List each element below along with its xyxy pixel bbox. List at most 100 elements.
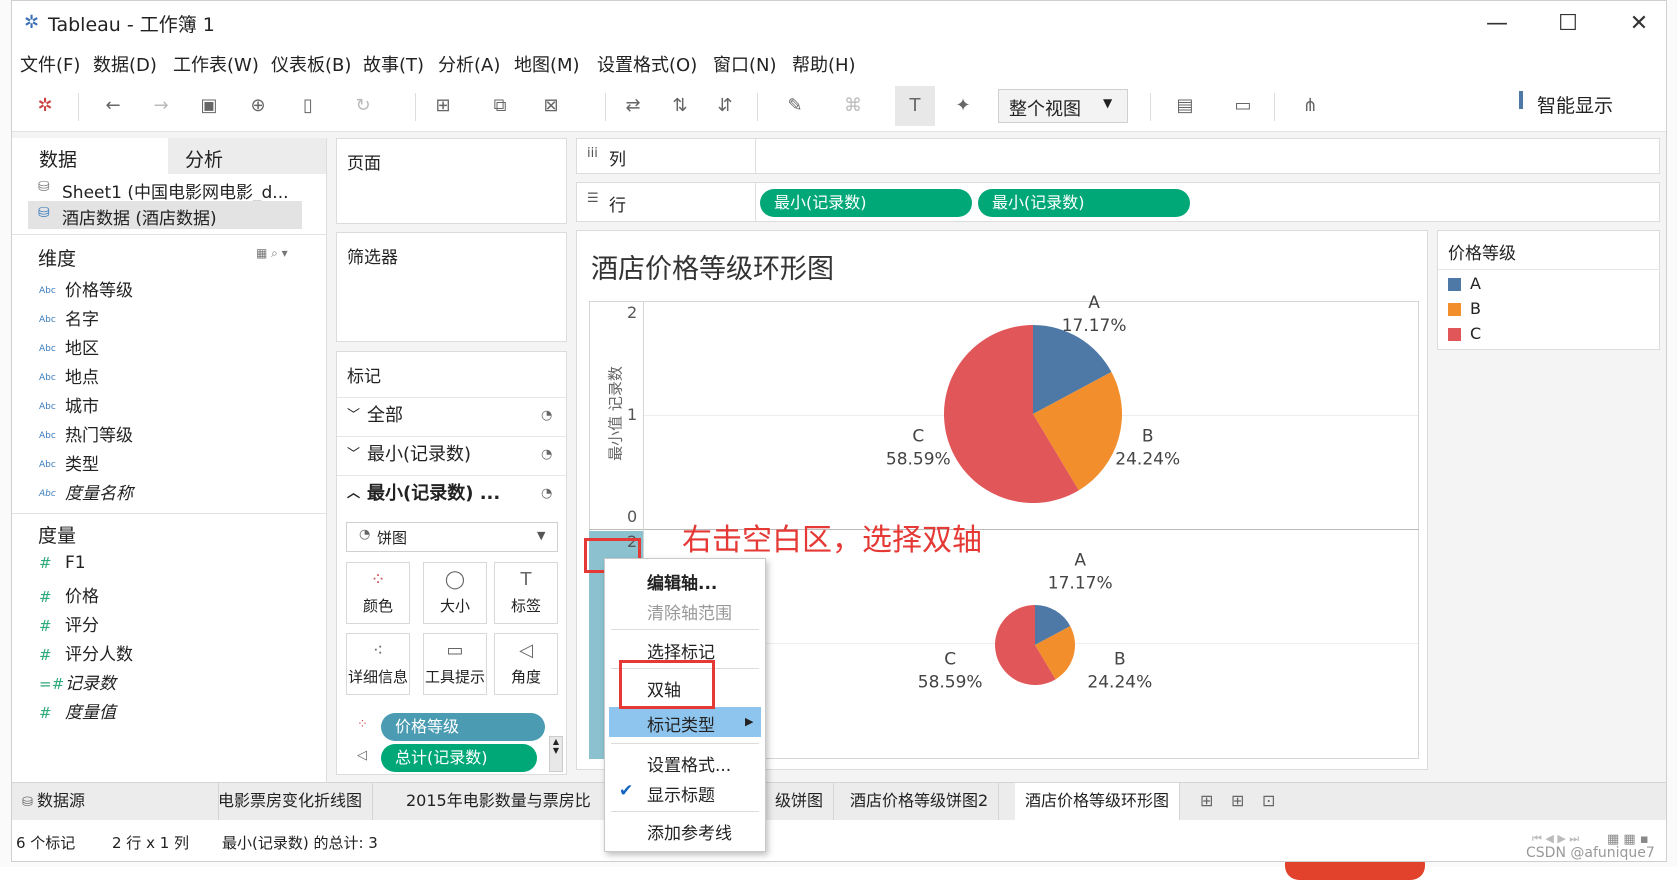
tab-analysis[interactable]: 分析: [168, 138, 326, 174]
legend-label: A: [1470, 274, 1481, 293]
marks-row-all[interactable]: ﹀ 全部 ◔: [337, 397, 566, 434]
field-dim[interactable]: Abc 热门等级: [39, 421, 133, 446]
field-dim[interactable]: Abc 类型: [39, 450, 99, 475]
marks-row-2[interactable]: ︿ 最小(记录数) ... ◔: [337, 475, 566, 512]
pause-updates-icon[interactable]: ▯: [295, 93, 321, 119]
divider: [755, 139, 756, 173]
pages-shelf[interactable]: 页面: [336, 138, 567, 224]
field-dim[interactable]: Abc 地点: [39, 363, 99, 388]
pie-mark-icon: ◔: [541, 408, 553, 423]
detail-button[interactable]: ⁖ 详细信息: [346, 633, 410, 695]
refresh-icon[interactable]: ↻: [350, 93, 376, 119]
menu-format[interactable]: 设置格式...: [647, 751, 731, 776]
color-button[interactable]: ⁘ 颜色: [346, 562, 410, 624]
rows-icon: ☰: [587, 191, 599, 206]
group-icon[interactable]: ⌘: [840, 93, 866, 119]
minimize-button[interactable]: —: [1467, 7, 1527, 41]
menu-analysis[interactable]: 分析(A): [438, 51, 500, 77]
menu-file[interactable]: 文件(F): [20, 51, 80, 77]
status-marks: 6 个标记: [16, 834, 76, 852]
marks-row-1[interactable]: ﹀ 最小(记录数) ◔: [337, 436, 566, 473]
menu-format[interactable]: 设置格式(O): [597, 51, 697, 77]
new-story-icon[interactable]: ⊡: [1262, 791, 1275, 810]
field-dim[interactable]: Abc 地区: [39, 334, 99, 359]
sheet-tab[interactable]: 级饼图: [765, 783, 835, 821]
tooltip-icon: ▭: [446, 640, 464, 661]
columns-shelf[interactable]: iii 列: [576, 138, 1660, 174]
menu-map[interactable]: 地图(M): [514, 51, 580, 77]
show-labels-icon[interactable]: T: [895, 86, 935, 126]
show-cards-icon[interactable]: ▤: [1172, 93, 1198, 119]
back-icon[interactable]: ←: [100, 93, 126, 119]
view-size-select[interactable]: 整个视图 ▼: [998, 89, 1128, 123]
menu-story[interactable]: 故事(T): [363, 51, 424, 77]
menu-edit-axis[interactable]: 编辑轴...: [647, 569, 717, 594]
pill-color-field[interactable]: 价格等级: [381, 713, 545, 741]
size-button[interactable]: ◯ 大小: [423, 562, 487, 624]
window-title: Tableau - 工作簿 1: [48, 14, 215, 36]
field-dim[interactable]: Abc 价格等级: [39, 276, 133, 301]
sheet-tab[interactable]: 2015年电影数量与票房比: [396, 783, 617, 821]
number-icon: =#: [39, 675, 65, 693]
save-icon[interactable]: ▣: [196, 93, 222, 119]
menu-help[interactable]: 帮助(H): [792, 51, 856, 77]
menu-add-reference-line[interactable]: 添加参考线: [647, 819, 732, 844]
tab-datasource[interactable]: ⛁ 数据源: [12, 783, 219, 821]
new-sheet-icon[interactable]: ⊞: [1200, 791, 1213, 810]
field-measure[interactable]: # 度量值: [39, 698, 116, 723]
new-dashboard-icon[interactable]: ⊞: [1231, 791, 1244, 810]
menu-window[interactable]: 窗口(N): [713, 51, 777, 77]
sort-desc-icon[interactable]: ⇵: [712, 93, 738, 119]
smart-show-button[interactable]: 智能显示: [1537, 91, 1613, 118]
pill-angle-field[interactable]: 总计(记录数): [381, 744, 537, 772]
sheet-tab-active[interactable]: 酒店价格等级环形图: [1015, 783, 1181, 821]
field-dim[interactable]: Abc 城市: [39, 392, 99, 417]
tab-data[interactable]: 数据: [12, 138, 168, 174]
menu-dashboard[interactable]: 仪表板(B): [271, 51, 351, 77]
menu-worksheet[interactable]: 工作表(W): [173, 51, 259, 77]
field-measure[interactable]: # 评分人数: [39, 640, 133, 665]
filters-shelf[interactable]: 筛选器: [336, 232, 567, 342]
close-button[interactable]: ✕: [1609, 7, 1666, 41]
legend-swatch: [1448, 303, 1461, 316]
angle-button[interactable]: ◁ 角度: [494, 633, 558, 695]
pill-row-2[interactable]: 最小(记录数): [978, 189, 1190, 217]
maximize-button[interactable]: ☐: [1538, 7, 1598, 41]
mark-type-select[interactable]: ◔ 饼图 ▼: [346, 522, 558, 552]
view-toggle-icon[interactable]: ▦ ⌕ ▾: [256, 246, 288, 261]
sort-asc-icon[interactable]: ⇅: [667, 93, 693, 119]
menu-data[interactable]: 数据(D): [93, 51, 157, 77]
swap-icon[interactable]: ⇄: [620, 93, 646, 119]
presentation-icon[interactable]: ▭: [1230, 93, 1256, 119]
sheet-tab[interactable]: 电影票房变化折线图: [208, 783, 374, 821]
highlight-icon[interactable]: ✎: [782, 93, 808, 119]
tooltip-button[interactable]: ▭ 工具提示: [423, 633, 487, 695]
menu-mark-type[interactable]: 标记类型 ▶: [609, 707, 761, 737]
tab-analysis-label: 分析: [185, 149, 224, 171]
field-dim[interactable]: Abc 名字: [39, 305, 99, 330]
field-measure[interactable]: =#记录数: [39, 669, 116, 694]
nav-arrows-icon[interactable]: ⏮ ◀ ▶ ⏭: [1532, 832, 1579, 846]
new-worksheet-icon[interactable]: ⊞: [430, 93, 456, 119]
sheet-tabs: ⛁ 数据源 电影票房变化折线图 2015年电影数量与票房比 级饼图 酒店价格等级…: [12, 782, 1666, 821]
label-button[interactable]: T 标签: [494, 562, 558, 624]
datasource-item-selected[interactable]: ⛁ 酒店数据 (酒店数据): [28, 201, 302, 229]
field-measure[interactable]: # 价格: [39, 582, 99, 607]
sheet-tab[interactable]: 酒店价格等级饼图2: [840, 783, 1000, 821]
duplicate-icon[interactable]: ⧉: [487, 93, 513, 119]
rows-shelf[interactable]: ☰ 行 最小(记录数) 最小(记录数): [576, 182, 1660, 222]
fix-axes-icon[interactable]: ✦: [950, 93, 976, 119]
field-measure[interactable]: # F1: [39, 553, 86, 573]
pill-row-1[interactable]: 最小(记录数): [760, 189, 972, 217]
field-measure[interactable]: # 评分: [39, 611, 99, 636]
scrollbar[interactable]: ▲ ▼: [549, 736, 563, 772]
new-datasource-icon[interactable]: ⊕: [245, 93, 271, 119]
forward-icon[interactable]: →: [148, 93, 174, 119]
share-icon[interactable]: ⋔: [1297, 93, 1323, 119]
datasource-item[interactable]: ⛁ Sheet1 (中国电影网电影_d...: [28, 176, 302, 204]
field-dim[interactable]: Abc 度量名称: [39, 479, 133, 504]
menu-show-header[interactable]: 显示标题: [647, 781, 715, 806]
tableau-home-icon[interactable]: ✲: [32, 93, 58, 119]
submenu-arrow-icon: ▶: [745, 715, 754, 728]
clear-sheet-icon[interactable]: ⊠: [538, 93, 564, 119]
